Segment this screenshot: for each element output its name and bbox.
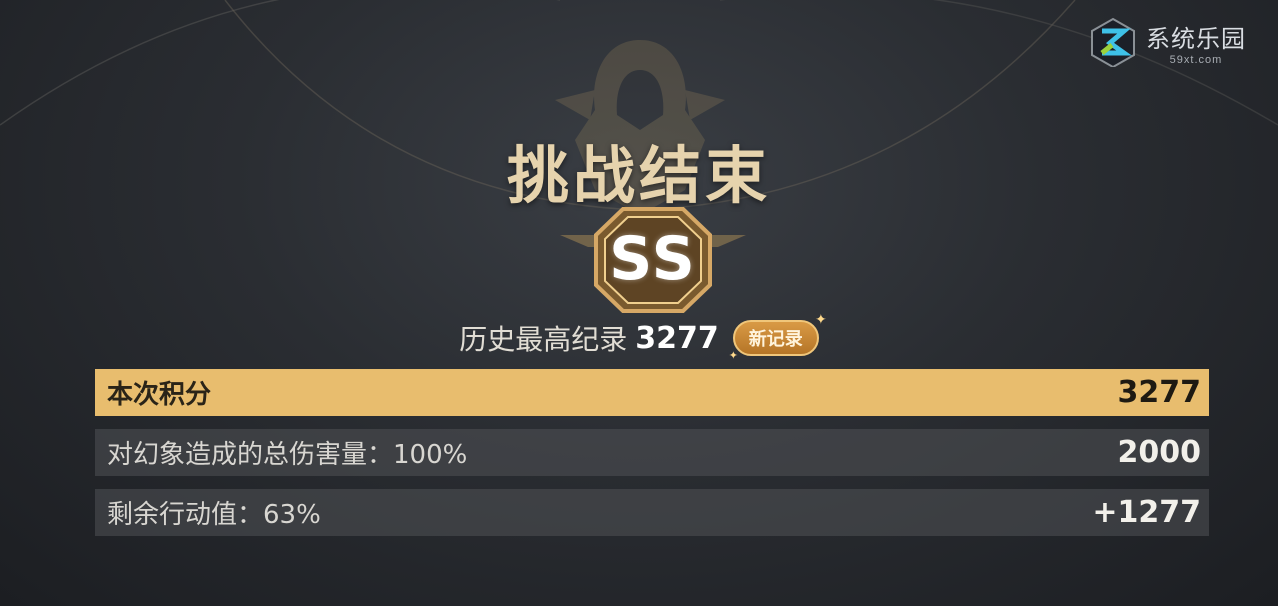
score-row-action-value: 剩余行动值：63% +1277 [95, 489, 1209, 536]
site-logo-icon [1091, 17, 1135, 67]
challenge-end-title: 挑战结束 [506, 139, 771, 212]
score-row-current: 本次积分 3277 [95, 369, 1209, 416]
score-row-label: 本次积分 [107, 380, 212, 410]
watermark-subtitle: 59xt.com [1169, 53, 1223, 66]
score-row-value: +1277 [1092, 495, 1201, 530]
score-row-damage: 对幻象造成的总伤害量：100% 2000 [95, 429, 1209, 476]
high-score-line: 历史最高纪录 3277 新记录 ✦ ✦ [0, 312, 1278, 362]
sparkle-icon: ✦ [728, 349, 738, 362]
score-row-value: 3277 [1117, 375, 1202, 410]
high-score-label: 历史最高纪录 [459, 323, 628, 356]
watermark: 系统乐园 59xt.com [1088, 14, 1258, 70]
high-score-value: 3277 [635, 320, 719, 356]
sparkle-icon: ✦ [815, 312, 827, 328]
score-table: 本次积分 3277 对幻象造成的总伤害量：100% 2000 剩余行动值：63%… [95, 369, 1209, 549]
score-row-value: 2000 [1117, 435, 1202, 470]
score-row-label: 剩余行动值：63% [107, 500, 321, 530]
grade-label: SS [609, 224, 697, 294]
new-record-badge-label: 新记录 [748, 329, 803, 350]
new-record-badge: 新记录 ✦ ✦ [729, 312, 827, 362]
watermark-title: 系统乐园 [1146, 24, 1246, 53]
score-row-label: 对幻象造成的总伤害量：100% [107, 440, 468, 470]
